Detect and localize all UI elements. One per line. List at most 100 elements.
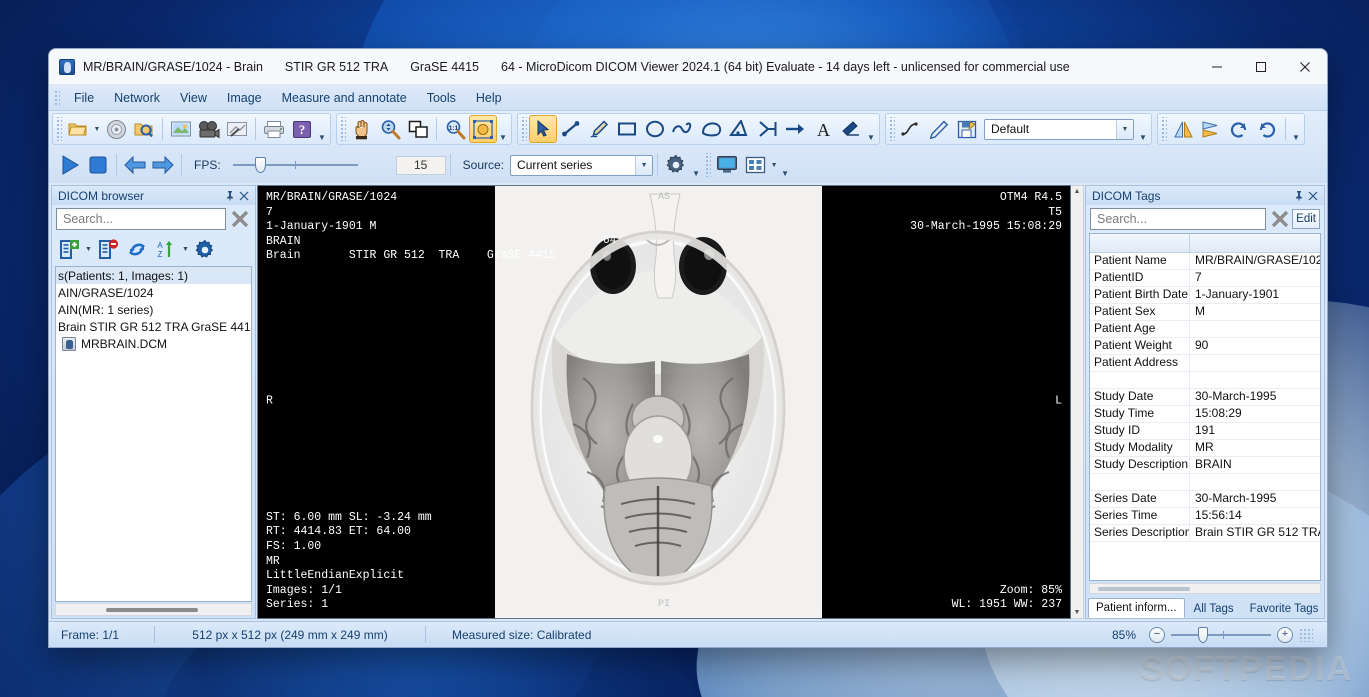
scrollbar-thumb[interactable] [106,608,198,612]
rectangle-icon[interactable] [613,115,641,143]
window-level-icon[interactable] [376,115,404,143]
scan-folder-icon[interactable] [130,115,158,143]
line-icon[interactable] [557,115,585,143]
table-row[interactable]: Study Date 30-March-1995 [1090,389,1320,406]
scrollbar-thumb[interactable] [1098,587,1190,591]
zoom-1-1-icon[interactable]: 1:1 [441,115,469,143]
search-input[interactable]: Search... [56,208,226,230]
pen-icon[interactable] [925,115,953,143]
cursor-icon[interactable] [529,115,557,143]
toolbar-overflow-presets[interactable]: ▼ [1137,114,1149,144]
chevron-down-icon[interactable]: ▼ [635,155,653,175]
tree-row-patient[interactable]: AIN/GRASE/1024 [56,284,251,301]
table-row[interactable]: Series Description Brain STIR GR 512 TRA [1090,525,1320,542]
toolbar-grip[interactable] [704,153,712,177]
chevron-down-icon[interactable]: ▼ [1116,119,1133,139]
copy-icon[interactable] [404,115,432,143]
toolbar-overflow-layout[interactable]: ▼ [779,150,791,180]
layout-dropdown[interactable]: ▼ [769,151,779,179]
menu-gripper[interactable] [53,88,60,107]
fit-to-window-icon[interactable] [469,115,497,143]
zoom-out-icon[interactable]: − [1149,626,1165,643]
arrow-icon[interactable] [781,115,809,143]
menu-view[interactable]: View [170,88,217,108]
table-row[interactable]: Patient Age [1090,321,1320,338]
gear-icon[interactable] [662,151,690,179]
zoom-slider[interactable] [1171,626,1271,643]
menu-image[interactable]: Image [217,88,272,108]
zoom-slider-thumb[interactable] [1198,626,1208,643]
table-row[interactable]: Patient Name MR/BRAIN/GRASE/1024 [1090,253,1320,270]
fps-value[interactable]: 15 [395,155,446,175]
table-row[interactable]: Series Time 15:56:14 [1090,508,1320,525]
remove-document-icon[interactable] [94,236,122,264]
ellipse-icon[interactable] [641,115,669,143]
toolbar-overflow-playback[interactable]: ▼ [690,150,702,180]
toolbar-grip[interactable] [55,117,62,141]
toolbar-grip[interactable] [1160,117,1167,141]
table-row[interactable]: Series Date 30-March-1995 [1090,491,1320,508]
resize-grip[interactable] [1299,627,1313,642]
flip-horizontal-icon[interactable] [1169,115,1197,143]
add-document-icon[interactable] [55,236,83,264]
save-preset-icon[interactable] [953,115,981,143]
clear-search-icon[interactable] [229,208,251,230]
tree-row-study[interactable]: AIN(MR: 1 series) [56,301,251,318]
zoom-in-icon[interactable]: + [1277,626,1293,643]
viewport-vertical-scrollbar[interactable]: ▲ ▼ [1071,185,1084,619]
tab-all-tags[interactable]: All Tags [1187,600,1241,618]
tab-patient-information[interactable]: Patient inform... [1088,598,1185,618]
toolbar-overflow-navigation[interactable]: ▼ [497,114,509,144]
dicom-browser-hscrollbar[interactable] [55,603,252,616]
dicom-browser-tree[interactable]: s(Patients: 1, Images: 1) AIN/GRASE/1024… [55,266,252,602]
rotate-left-icon[interactable] [1225,115,1253,143]
dicom-tags-table[interactable]: Patient Name MR/BRAIN/GRASE/1024 PatientI… [1089,233,1321,581]
tree-row-series[interactable]: Brain STIR GR 512 TRA GraSE 441! [56,318,251,335]
preset-combo[interactable]: Default ▼ [984,118,1134,140]
fps-slider-thumb[interactable] [254,157,266,173]
table-row[interactable]: PatientID 7 [1090,270,1320,287]
close-button[interactable] [1283,49,1327,85]
table-row[interactable]: Study Description BRAIN [1090,457,1320,474]
close-icon[interactable] [1306,188,1320,203]
table-row[interactable]: Patient Address [1090,355,1320,372]
text-icon[interactable]: A [809,115,837,143]
table-row[interactable]: Study Time 15:08:29 [1090,406,1320,423]
print-icon[interactable] [260,115,288,143]
toolbar-grip[interactable] [888,117,895,141]
source-combo[interactable]: Current series ▼ [510,154,654,176]
table-row[interactable]: Patient Sex M [1090,304,1320,321]
menu-help[interactable]: Help [466,88,512,108]
fps-slider[interactable] [232,157,358,173]
toolbar-overflow-file[interactable]: ▼ [316,114,328,144]
menu-file[interactable]: File [64,88,104,108]
play-icon[interactable] [56,151,84,179]
menu-measure-and-annotate[interactable]: Measure and annotate [272,88,417,108]
toolbar-grip[interactable] [520,117,527,141]
tab-favorite-tags[interactable]: Favorite Tags [1243,600,1326,618]
pin-icon[interactable] [1292,188,1306,203]
next-icon[interactable] [149,151,177,179]
close-icon[interactable] [237,188,251,203]
scroll-up-icon[interactable]: ▲ [1074,188,1081,195]
pencil-icon[interactable] [585,115,613,143]
menu-tools[interactable]: Tools [417,88,466,108]
cd-icon[interactable] [102,115,130,143]
scroll-down-icon[interactable]: ▼ [1074,609,1081,616]
eraser-icon[interactable] [837,115,865,143]
maximize-button[interactable] [1239,49,1283,85]
tree-row-file[interactable]: MRBRAIN.DCM [56,335,251,352]
send-image-icon[interactable] [223,115,251,143]
pin-icon[interactable] [223,188,237,203]
dicom-tags-hscrollbar[interactable] [1089,583,1321,594]
add-document-dropdown[interactable]: ▼ [84,246,93,253]
pan-hand-icon[interactable] [348,115,376,143]
distance-icon[interactable] [753,115,781,143]
dicom-image-viewport[interactable]: MR/BRAIN/GRASE/1024 7 1-January-1901 M B… [257,185,1071,619]
clear-search-icon[interactable] [1269,208,1291,230]
settings-gear-icon[interactable] [191,236,219,264]
tags-search-input[interactable]: Search... [1090,208,1267,230]
previous-icon[interactable] [121,151,149,179]
help-icon[interactable]: ? [288,115,316,143]
table-row[interactable]: Study ID 191 [1090,423,1320,440]
